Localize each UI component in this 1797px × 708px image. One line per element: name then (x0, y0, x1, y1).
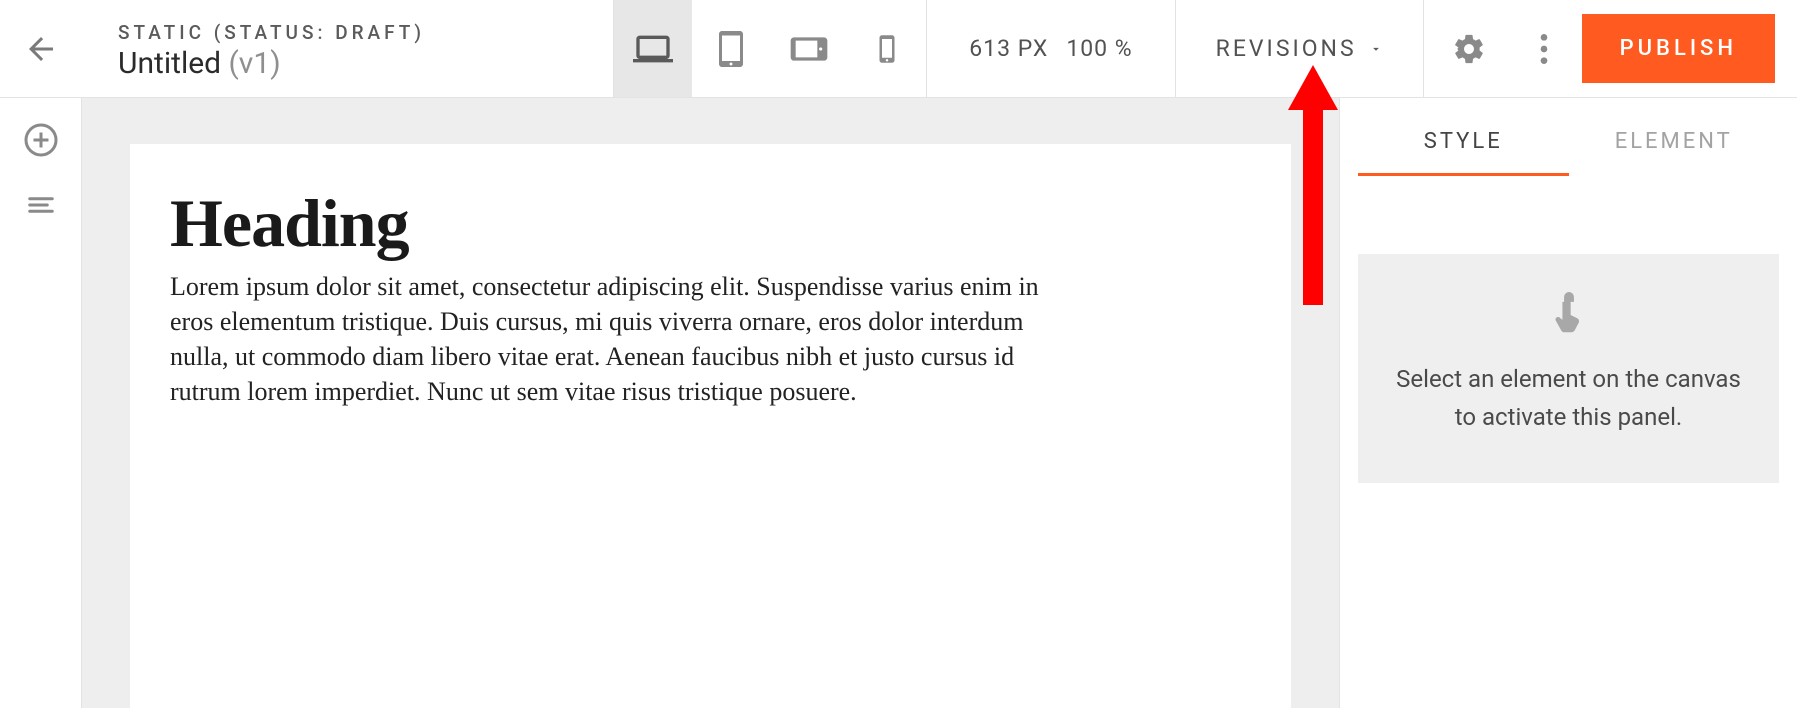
lines-icon (26, 190, 56, 220)
chevron-down-icon (1369, 42, 1383, 56)
empty-state-line2: to activate this panel. (1382, 398, 1755, 436)
version-text: (v1) (229, 46, 281, 81)
device-phone-landscape-button[interactable] (770, 0, 848, 97)
page-title-block: STATIC (STATUS: DRAFT) Untitled (v1) (82, 0, 457, 97)
tablet-icon (713, 31, 749, 67)
publish-button[interactable]: PUBLISH (1582, 14, 1775, 83)
add-element-button[interactable] (23, 122, 59, 162)
settings-button[interactable] (1424, 0, 1514, 97)
gear-icon (1452, 32, 1486, 66)
publish-cell: PUBLISH (1574, 0, 1797, 97)
phone-landscape-icon (789, 29, 829, 69)
panel-toggle-button[interactable] (26, 190, 56, 224)
top-toolbar: STATIC (STATUS: DRAFT) Untitled (v1) (0, 0, 1797, 98)
tab-element[interactable]: ELEMENT (1569, 110, 1780, 176)
device-tablet-button[interactable] (692, 0, 770, 97)
style-panel-empty-state: Select an element on the canvas to activ… (1358, 254, 1779, 483)
canvas-area[interactable]: Heading Lorem ipsum dolor sit amet, cons… (82, 98, 1339, 708)
canvas-body-text[interactable]: Lorem ipsum dolor sit amet, consectetur … (170, 269, 1070, 409)
left-rail (0, 98, 82, 708)
canvas-page[interactable]: Heading Lorem ipsum dolor sit amet, cons… (130, 144, 1291, 708)
zoom-readout[interactable]: 613 PX 100 % (927, 0, 1175, 97)
more-options-button[interactable] (1514, 0, 1574, 97)
device-preview-group (613, 0, 927, 97)
arrow-left-icon (23, 31, 59, 67)
zoom-pct: 100 % (1066, 35, 1132, 62)
empty-state-line1: Select an element on the canvas (1382, 360, 1755, 398)
canvas-heading[interactable]: Heading (170, 184, 1251, 263)
touch-icon (1382, 292, 1755, 338)
kebab-icon (1540, 34, 1548, 64)
zoom-px: 613 PX (969, 35, 1048, 62)
right-panel-tabs: STYLE ELEMENT (1358, 110, 1779, 176)
status-line: STATIC (STATUS: DRAFT) (118, 21, 425, 44)
page-title[interactable]: Untitled (v1) (118, 46, 425, 81)
device-desktop-button[interactable] (614, 0, 692, 97)
revisions-label: REVISIONS (1216, 35, 1357, 62)
tab-style[interactable]: STYLE (1358, 110, 1569, 176)
desktop-icon (633, 29, 673, 69)
revisions-dropdown[interactable]: REVISIONS (1176, 0, 1424, 97)
device-phone-button[interactable] (848, 0, 926, 97)
phone-icon (872, 34, 902, 64)
title-text: Untitled (118, 46, 221, 81)
back-button[interactable] (0, 0, 82, 97)
right-panel: STYLE ELEMENT Select an element on the c… (1339, 98, 1797, 708)
plus-circle-icon (23, 122, 59, 158)
